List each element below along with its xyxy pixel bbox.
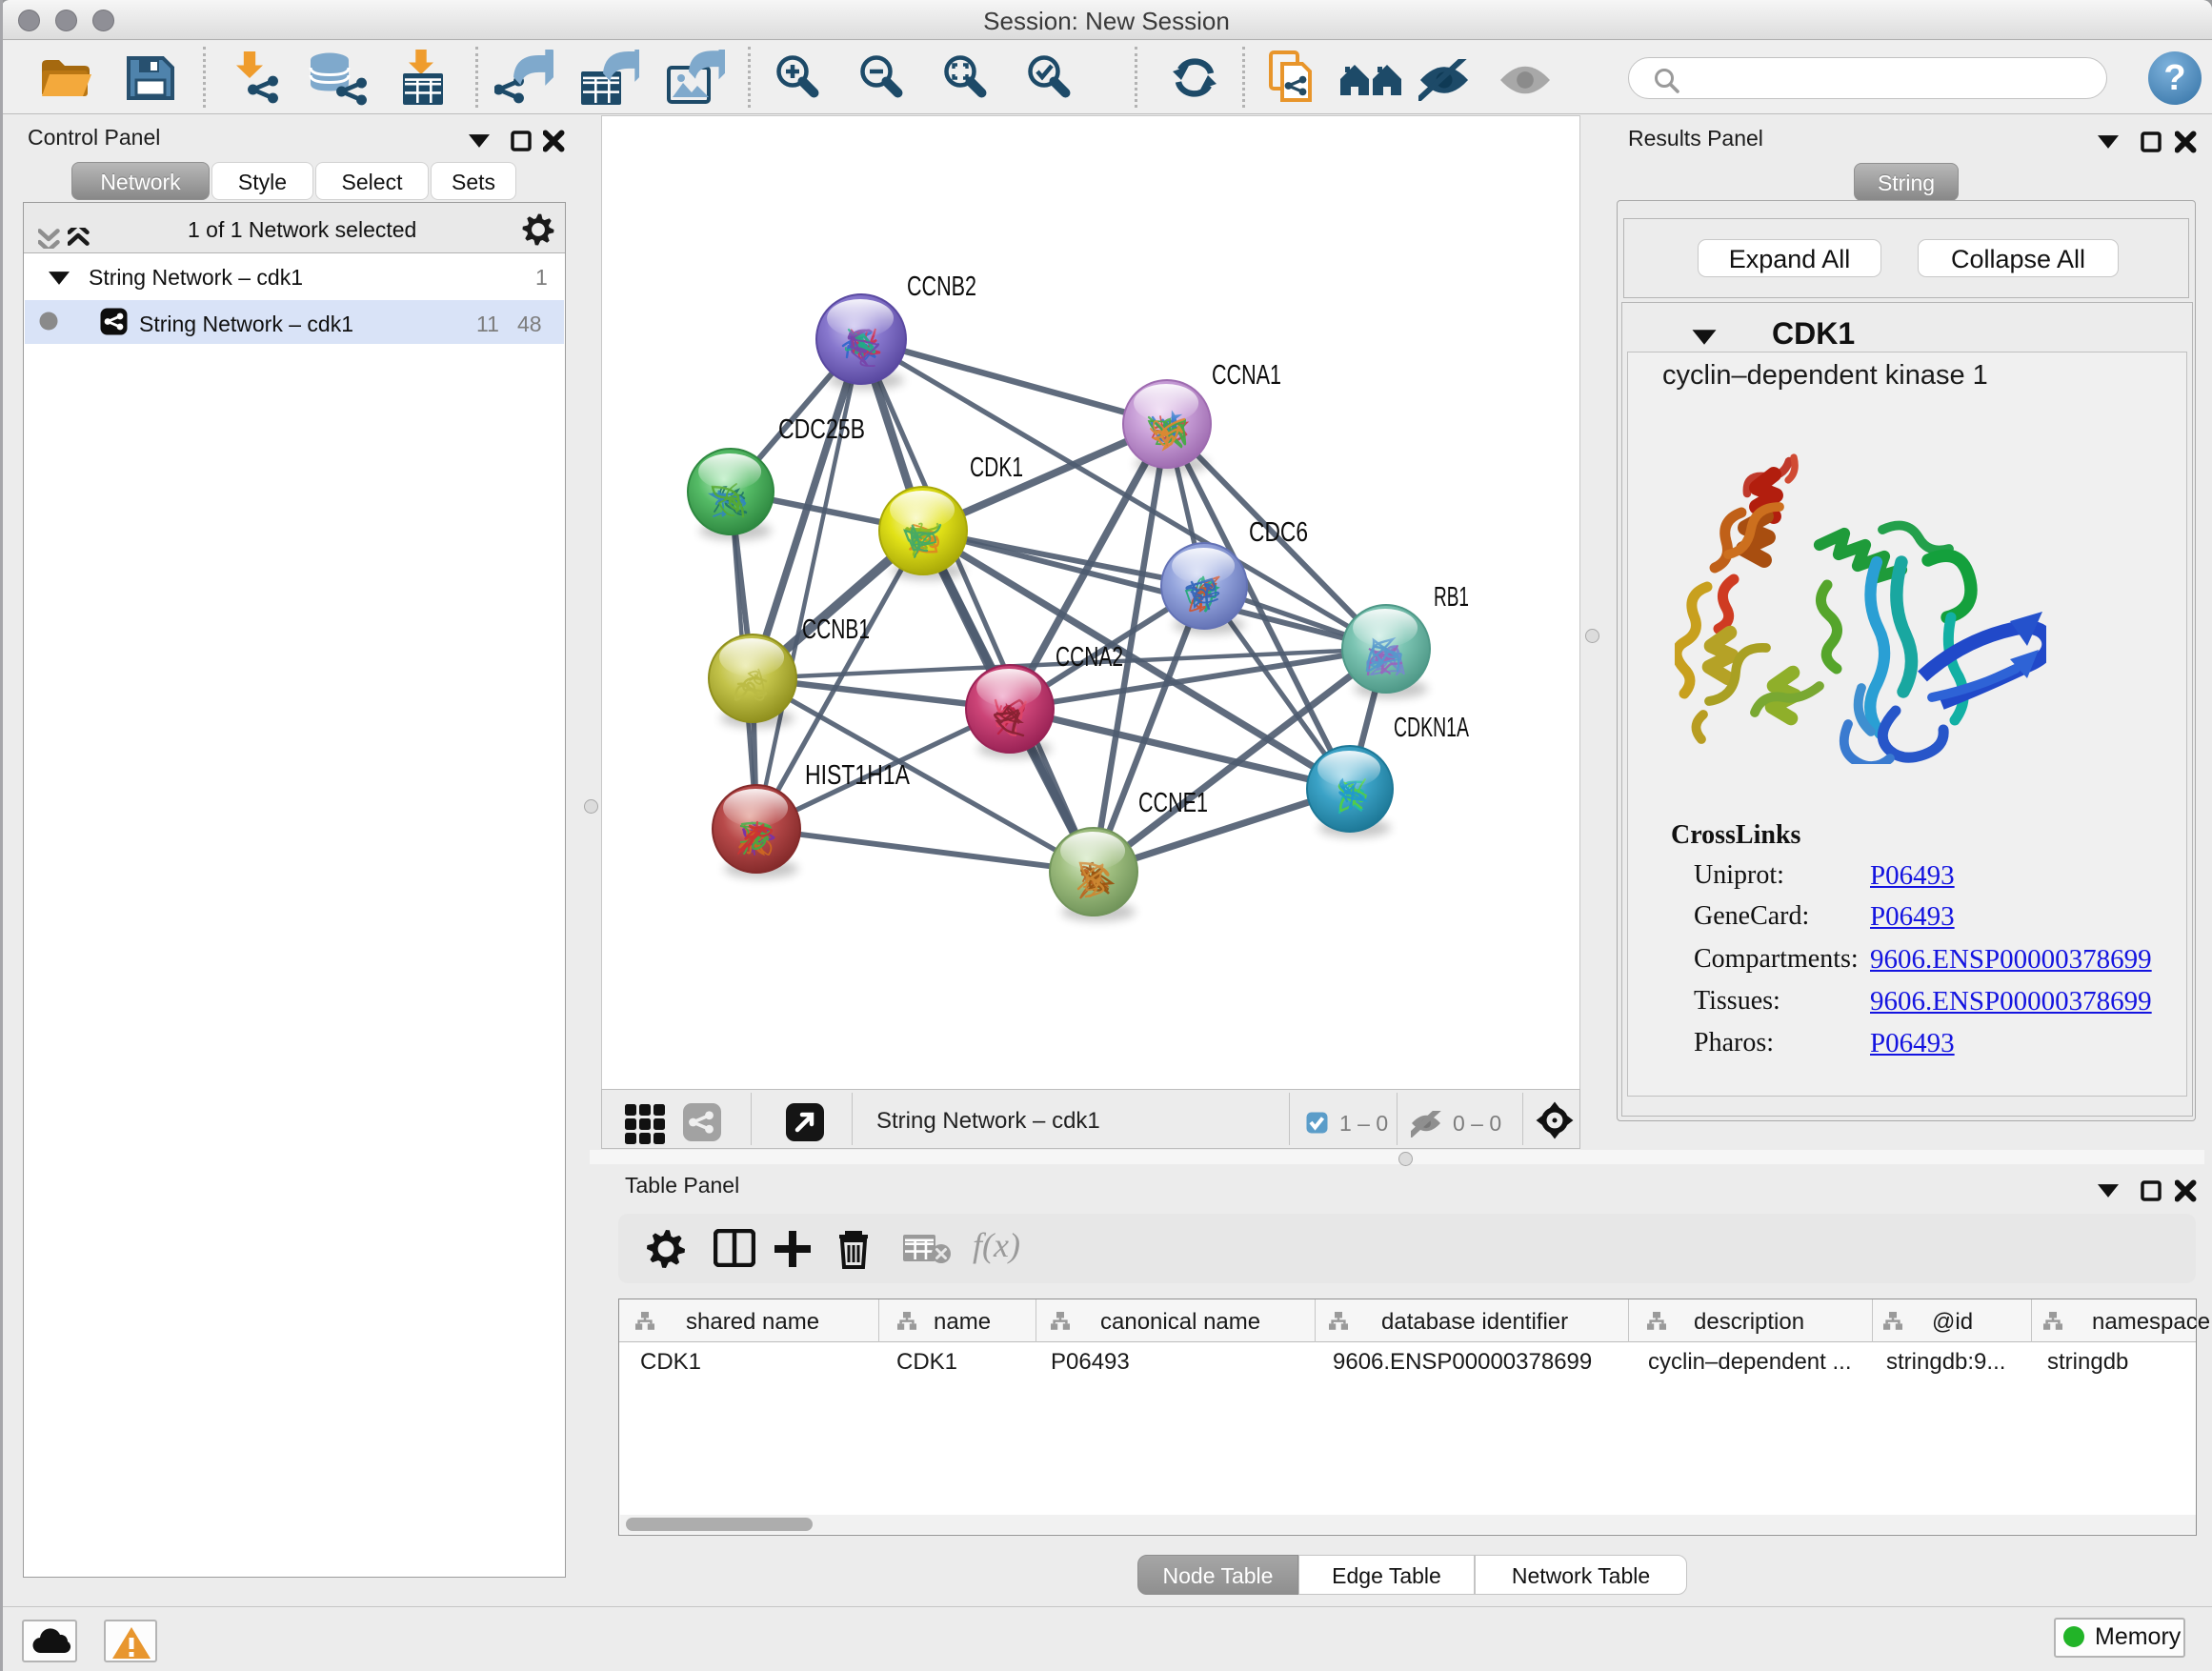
- svg-text:HIST1H1A: HIST1H1A: [805, 760, 911, 791]
- svg-text:CDC25B: CDC25B: [778, 414, 865, 445]
- svg-text:RB1: RB1: [1434, 582, 1469, 613]
- svg-text:CDKN1A: CDKN1A: [1394, 713, 1469, 743]
- svg-text:CCNA2: CCNA2: [1056, 642, 1123, 673]
- svg-text:CDK1: CDK1: [970, 453, 1023, 483]
- svg-text:CCNB1: CCNB1: [802, 614, 870, 645]
- svg-text:CCNB2: CCNB2: [907, 272, 976, 302]
- svg-text:CCNA1: CCNA1: [1212, 360, 1281, 391]
- svg-text:CDC6: CDC6: [1249, 517, 1308, 548]
- svg-text:CCNE1: CCNE1: [1138, 788, 1208, 818]
- svg-text:?: ?: [2163, 58, 2185, 98]
